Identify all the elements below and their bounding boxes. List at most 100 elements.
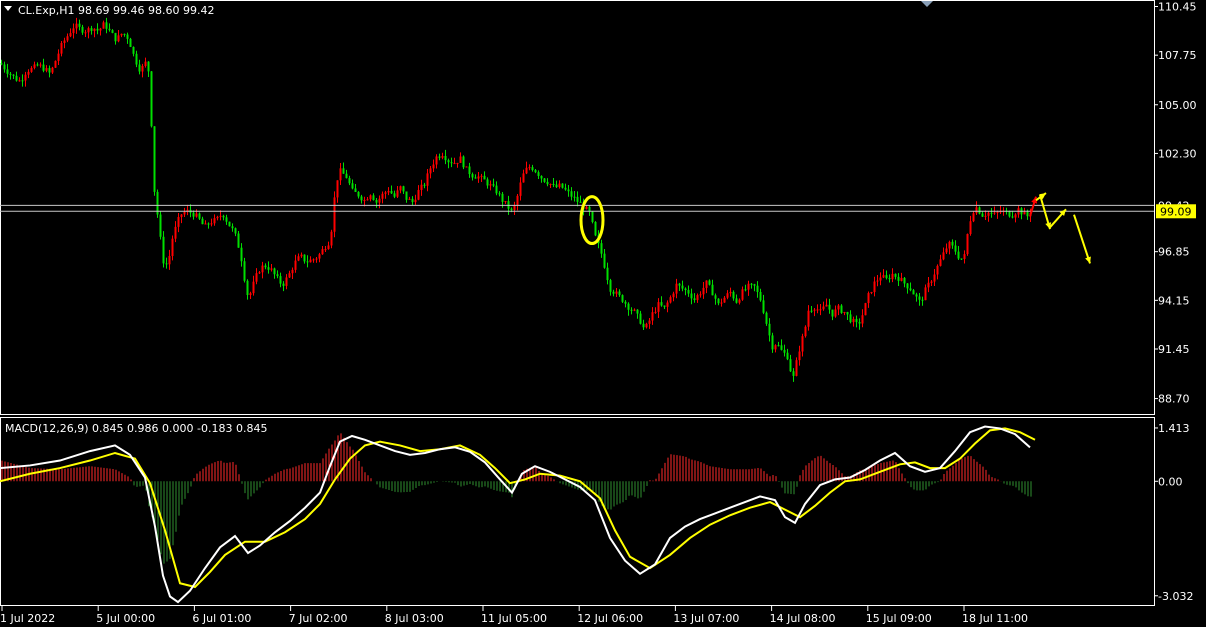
candle-body	[207, 223, 210, 225]
candle-body	[858, 322, 861, 324]
candle-body	[969, 221, 972, 234]
candle-body	[777, 345, 780, 347]
candle-body	[300, 254, 303, 257]
candle-body	[30, 67, 33, 72]
candle-body	[306, 261, 309, 263]
candle-body	[435, 156, 438, 165]
candle-body	[387, 191, 390, 193]
candle-body	[915, 294, 918, 297]
candle-body	[558, 183, 561, 188]
candle-body	[984, 215, 987, 217]
annotations-layer[interactable]	[579, 192, 1091, 264]
candle-body	[768, 323, 771, 336]
candle-body	[981, 213, 984, 217]
candle-body	[684, 288, 687, 291]
candle-body	[162, 236, 165, 264]
candle-body	[669, 297, 672, 303]
time-tick-label: 5 Jul 00:00	[96, 612, 155, 625]
chart-shift-icon[interactable]	[921, 1, 933, 7]
candle-body	[201, 218, 204, 225]
candle-body	[180, 214, 183, 218]
candle-body	[396, 190, 399, 197]
candle-body	[954, 245, 957, 252]
candle-body	[900, 277, 903, 281]
candle-body	[18, 80, 21, 82]
candle-body	[69, 33, 72, 37]
price-tick-label: 105.00	[1158, 99, 1197, 112]
candle-body	[501, 193, 504, 202]
candle-body	[570, 191, 573, 197]
candle-body	[339, 168, 342, 181]
time-axis: 1 Jul 2022 5 Jul 00:00 6 Jul 01:00 7 Jul 02…	[0, 606, 1028, 625]
candle-body	[165, 263, 168, 265]
candle-body	[660, 302, 663, 306]
candle-body	[153, 126, 156, 192]
candle-body	[192, 212, 195, 217]
candle-body	[849, 314, 852, 323]
candle-body	[732, 291, 735, 299]
candle-body	[423, 184, 426, 186]
candle-body	[612, 291, 615, 294]
candle-body	[291, 269, 294, 274]
candle-body	[630, 309, 633, 311]
time-tick-label: 13 Jul 07:00	[673, 612, 739, 625]
macd-tick-label: 0.00	[1158, 475, 1183, 488]
candle-body	[798, 351, 801, 361]
candle-body	[84, 32, 87, 34]
candle-body	[276, 274, 279, 277]
candle-body	[495, 185, 498, 194]
candle-body	[330, 231, 333, 246]
candle-body	[828, 304, 831, 310]
candle-body	[891, 273, 894, 280]
candle-body	[621, 295, 624, 302]
candle-body	[63, 40, 66, 43]
candle-body	[678, 283, 681, 286]
candle-body	[657, 302, 660, 312]
candle-body	[738, 299, 741, 303]
candle-body	[474, 177, 477, 179]
candle-body	[270, 268, 273, 270]
candle-body	[246, 280, 249, 296]
candle-body	[756, 285, 759, 292]
candle-body	[444, 156, 447, 161]
candle-body	[327, 245, 330, 250]
candle-body	[1026, 211, 1029, 217]
candle-body	[642, 323, 645, 328]
chart-canvas[interactable]: 110.45 107.75 105.00 102.30 96.85 94.15 91.45 8…	[0, 0, 1206, 627]
candle-body	[555, 184, 558, 188]
candle-body	[132, 46, 135, 54]
candle-body	[504, 201, 507, 203]
candle-body	[711, 284, 714, 296]
candles-layer	[0, 17, 1032, 382]
candle-body	[639, 313, 642, 324]
candle-body	[441, 156, 444, 158]
candle-body	[978, 207, 981, 214]
candle-body	[114, 32, 117, 42]
candle-body	[864, 303, 867, 316]
candle-body	[702, 287, 705, 295]
dropdown-triangle-icon[interactable]	[4, 6, 12, 11]
candle-body	[681, 285, 684, 289]
candle-body	[966, 233, 969, 255]
candle-body	[102, 22, 105, 29]
candle-body	[780, 345, 783, 350]
candle-body	[222, 215, 225, 218]
candle-body	[483, 175, 486, 180]
candle-body	[231, 226, 234, 229]
candle-body	[480, 175, 483, 177]
candle-body	[603, 253, 606, 268]
time-tick-label: 11 Jul 05:00	[481, 612, 547, 625]
candle-body	[243, 261, 246, 281]
candle-body	[783, 349, 786, 353]
candle-body	[735, 298, 738, 303]
candle-body	[525, 167, 528, 174]
annotation-arrow[interactable]	[1073, 214, 1091, 264]
candle-body	[117, 35, 120, 42]
candle-body	[924, 287, 927, 301]
candle-body	[318, 254, 321, 259]
time-tick-label: 12 Jul 06:00	[577, 612, 643, 625]
candle-body	[723, 297, 726, 303]
candle-body	[654, 311, 657, 313]
candle-body	[477, 176, 480, 179]
candle-body	[873, 281, 876, 293]
